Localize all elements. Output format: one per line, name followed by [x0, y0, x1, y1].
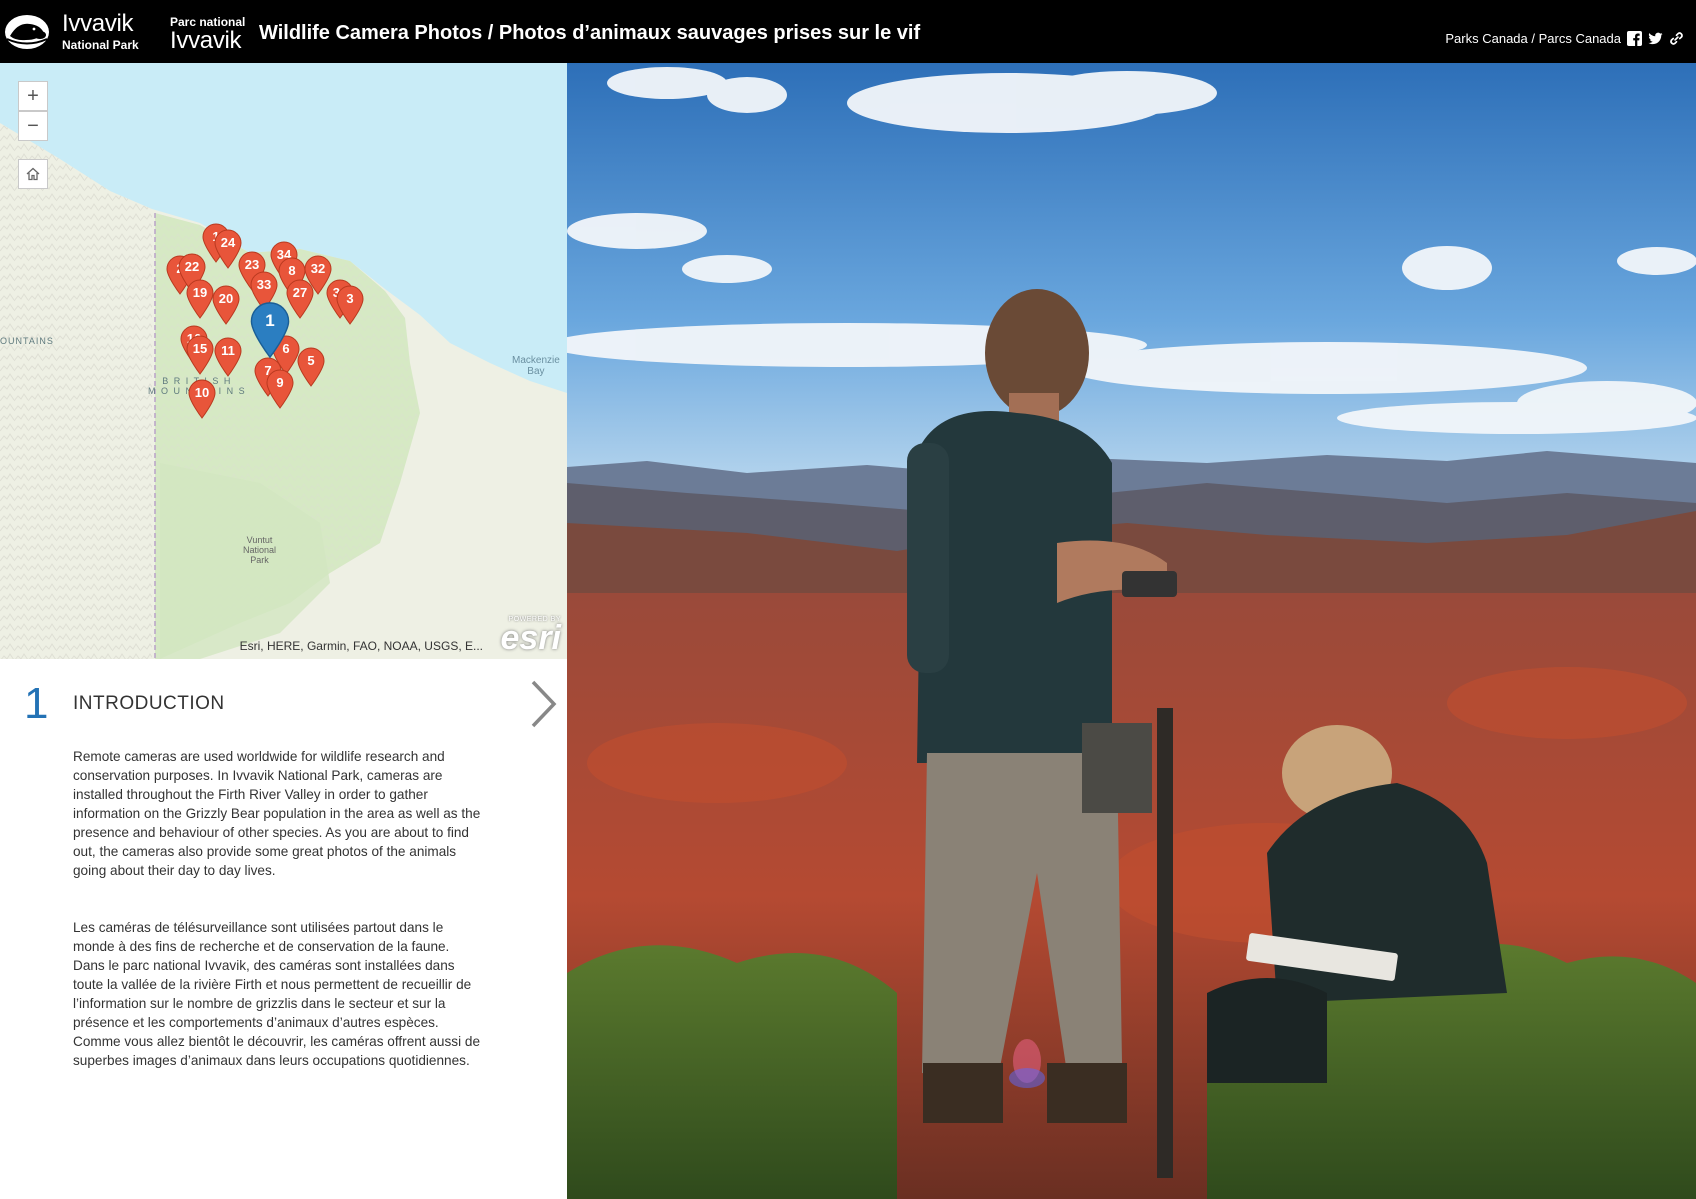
marker-label: 33: [256, 277, 272, 292]
marker-label: 10: [194, 385, 210, 400]
zoom-out-button[interactable]: −: [18, 111, 48, 141]
marker-label: 8: [288, 263, 296, 278]
marker-label: 27: [292, 285, 308, 300]
marker-label: 9: [276, 375, 284, 390]
park-name-en: Ivvavik: [62, 10, 134, 37]
story-map[interactable]: + − Mackenzie Bay OUNTAINS B R I T I S H…: [0, 63, 567, 659]
marker-label: 5: [307, 353, 315, 368]
parks-canada-link[interactable]: Parks Canada / Parcs Canada: [1445, 31, 1621, 46]
field-researchers-photo: [567, 63, 1696, 1199]
park-type-en: National Park: [62, 38, 139, 52]
marker-label: 3: [346, 291, 354, 306]
esri-logo[interactable]: POWERED BY esri: [501, 616, 562, 655]
app-title: Wildlife Camera Photos / Photos d’animau…: [259, 22, 921, 44]
esri-wordmark: esri: [500, 619, 562, 657]
home-icon: [26, 167, 40, 181]
facebook-icon[interactable]: [1627, 31, 1642, 46]
marker-label: 15: [192, 341, 208, 356]
story-panel: 1 INTRODUCTION Remote cameras are used w…: [0, 659, 567, 1199]
intro-paragraph-en: Remote cameras are used worldwide for wi…: [73, 749, 481, 878]
map-marker[interactable]: 3: [336, 285, 364, 325]
section-number: 1: [24, 679, 49, 728]
marker-label: 1: [265, 311, 275, 330]
twitter-icon[interactable]: [1648, 31, 1663, 46]
map-marker[interactable]: 15: [186, 335, 214, 375]
section-title: INTRODUCTION: [73, 693, 225, 714]
brand-english: Ivvavik National Park: [62, 10, 139, 52]
intro-paragraph-fr: Les caméras de télésurveillance sont uti…: [73, 920, 481, 1068]
main-photo: [567, 63, 1696, 1199]
map-attribution[interactable]: Esri, HERE, Garmin, FAO, NOAA, USGS, E..…: [240, 639, 483, 653]
marker-label: 23: [244, 257, 260, 272]
marker-label: 32: [310, 261, 326, 276]
parks-canada-beaver-logo[interactable]: [4, 14, 50, 50]
map-marker[interactable]: 19: [186, 279, 214, 319]
brand-french: Parc national Ivvavik: [170, 16, 245, 53]
marker-label: 19: [192, 285, 208, 300]
marker-label: 24: [220, 235, 236, 250]
map-label-mountains: OUNTAINS: [0, 336, 54, 346]
map-marker[interactable]: 27: [286, 279, 314, 319]
map-marker-active[interactable]: 1: [250, 301, 290, 359]
home-button[interactable]: [18, 159, 48, 189]
marker-label: 20: [218, 291, 234, 306]
map-marker[interactable]: 10: [188, 379, 216, 419]
link-icon[interactable]: [1669, 31, 1684, 46]
marker-label: 11: [221, 343, 235, 358]
map-marker[interactable]: 20: [212, 285, 240, 325]
map-marker[interactable]: 9: [266, 369, 294, 409]
map-label-vuntut-park: Vuntut National Park: [243, 535, 277, 565]
map-label-mackenzie-bay: Mackenzie Bay: [512, 355, 560, 377]
chevron-right-icon[interactable]: [528, 679, 558, 729]
map-marker[interactable]: 11: [214, 337, 242, 377]
park-name-fr: Ivvavik: [170, 27, 242, 54]
map-marker[interactable]: 5: [297, 347, 325, 387]
zoom-in-button[interactable]: +: [18, 81, 48, 111]
marker-label: 22: [184, 259, 200, 274]
app-header: Ivvavik National Park Parc national Ivva…: [0, 0, 1696, 63]
header-links: Parks Canada / Parcs Canada: [1445, 31, 1684, 46]
